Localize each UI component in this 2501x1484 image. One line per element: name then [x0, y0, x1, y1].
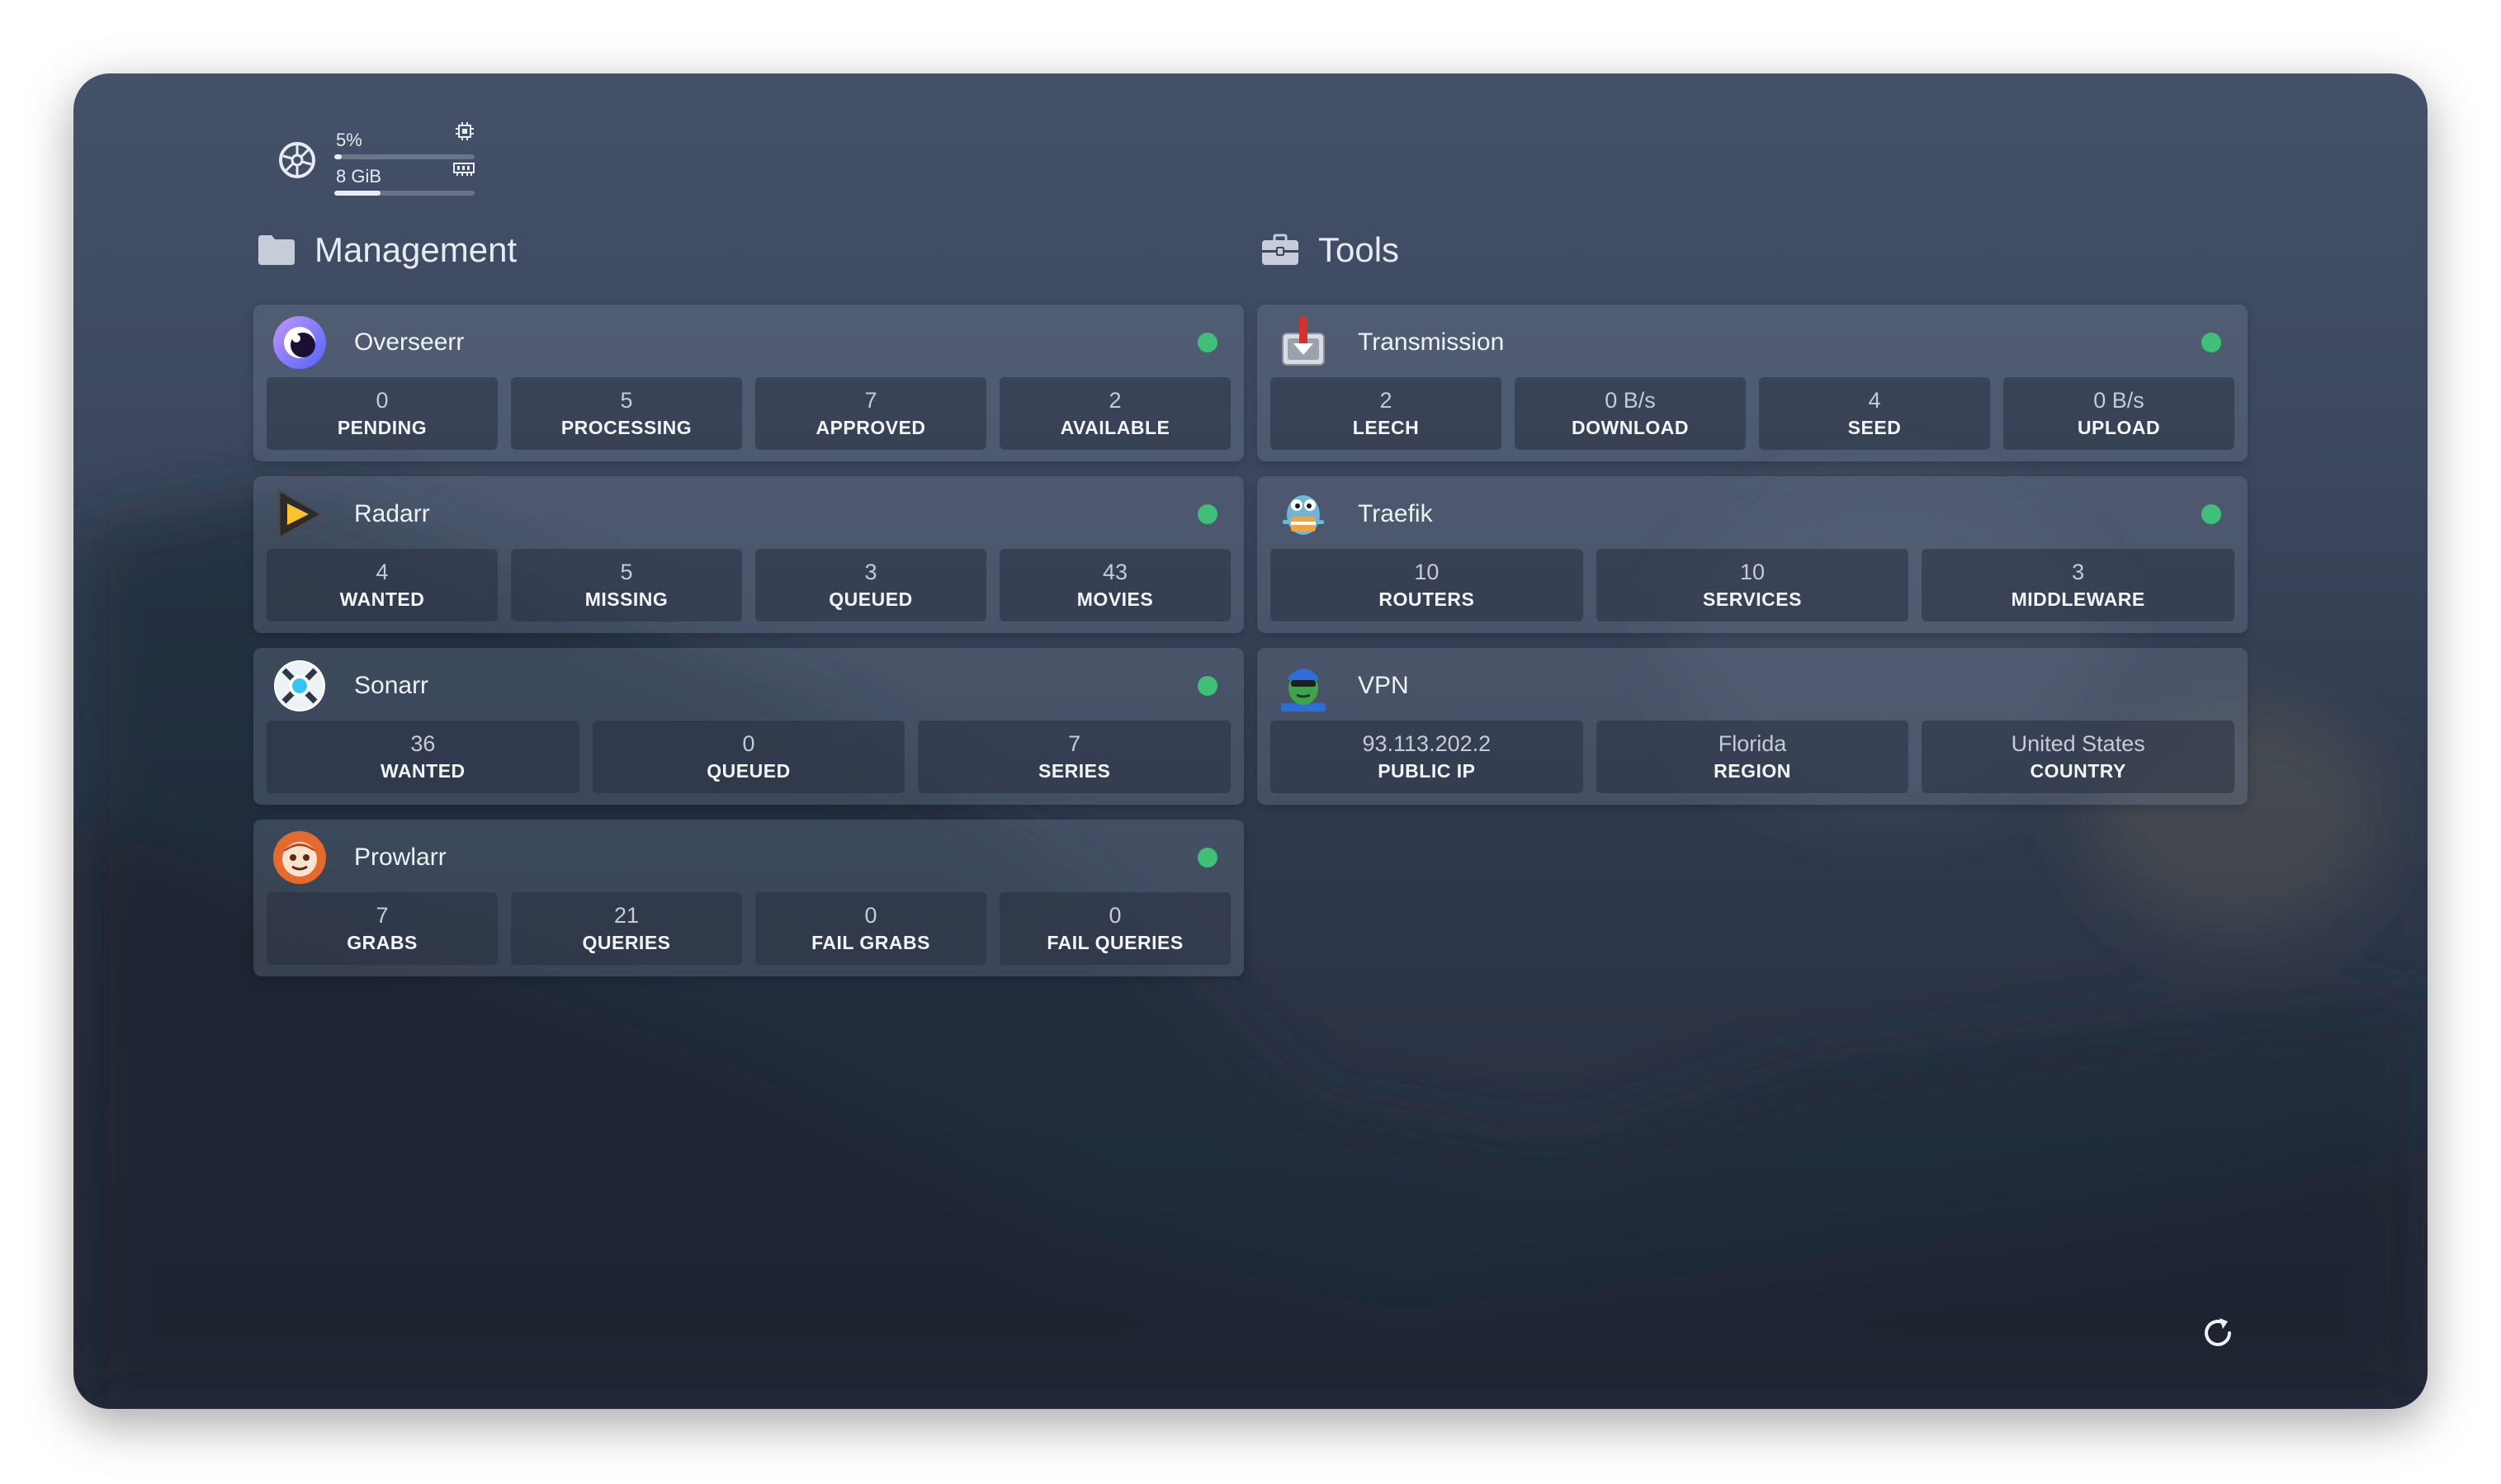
stat-available: 2 AVAILABLE	[1000, 377, 1231, 450]
memory-usage-text: 8 GiB	[336, 166, 382, 187]
management-title-text: Management	[314, 230, 518, 269]
stat-pending: 0 PENDING	[267, 377, 498, 450]
service-name: Sonarr	[354, 672, 429, 699]
overseerr-logo	[273, 316, 326, 369]
stat-middleware: 3 MIDDLEWARE	[1922, 549, 2235, 621]
stat-queries: 21 QUERIES	[511, 892, 742, 965]
stat-fail-grabs: 0 FAIL GRABS	[755, 892, 986, 965]
stat-wanted: 36 WANTED	[267, 721, 579, 793]
service-name: Overseerr	[354, 328, 465, 356]
kubernetes-icon	[279, 142, 315, 178]
stat-approved: 7 APPROVED	[755, 377, 986, 450]
status-online-dot	[1198, 333, 1217, 352]
service-card-prowlarr[interactable]: Prowlarr 7 GRABS 21 QUERIES 0 FAIL GRABS 0F…	[253, 820, 1244, 976]
service-name: Traefik	[1358, 500, 1433, 527]
stat-movies: 43 MOVIES	[1000, 549, 1231, 621]
traefik-logo	[1283, 495, 1324, 535]
refresh-icon[interactable]	[2200, 1315, 2236, 1351]
sonarr-logo	[274, 660, 325, 711]
stat-grabs: 7 GRABS	[267, 892, 498, 965]
gluetun-logo	[1281, 669, 1326, 711]
stat-download: 0 B/s DOWNLOAD	[1515, 377, 1746, 450]
transmission-logo	[1282, 317, 1325, 366]
stat-services: 10 SERVICES	[1596, 549, 1909, 621]
status-online-dot	[2201, 504, 2221, 524]
cpu-usage-bar	[334, 154, 475, 159]
stat-wanted: 4 WANTED	[267, 549, 498, 621]
stat-missing: 5 MISSING	[511, 549, 742, 621]
stat-country: United States COUNTRY	[1922, 721, 2235, 793]
service-card-overseerr[interactable]: Overseerr 0 PENDING 5 PROCESSING 7 APPROVED…	[253, 305, 1244, 461]
service-card-transmission[interactable]: Transmission 2 LEECH 0 B/s DOWNLOAD 4 SEED …	[1257, 305, 2248, 461]
service-card-radarr[interactable]: Radarr 4 WANTED 5 MISSING 3 QUEUED 43 MOVIES	[253, 476, 1244, 633]
management-group-title: Management	[257, 230, 517, 270]
stat-queued: 3 QUEUED	[755, 549, 986, 621]
status-online-dot	[1198, 848, 1217, 867]
service-name: Transmission	[1358, 328, 1505, 356]
status-online-dot	[2201, 333, 2221, 352]
status-online-dot	[1198, 504, 1217, 524]
memory-usage-bar	[334, 191, 475, 196]
stat-leech: 2 LEECH	[1270, 377, 1501, 450]
cpu-usage-text: 5%	[336, 130, 362, 150]
radarr-logo	[277, 488, 325, 541]
stat-upload: 0 B/s UPLOAD	[2003, 377, 2234, 450]
stat-routers: 10 ROUTERS	[1270, 549, 1583, 621]
cpu-icon	[456, 122, 474, 140]
stat-queued: 0 QUEUED	[592, 721, 905, 793]
service-name: VPN	[1358, 672, 1409, 699]
service-card-sonarr[interactable]: Sonarr 36 WANTED 0 QUEUED 7 SERIES	[253, 648, 1244, 805]
service-card-vpn[interactable]: VPN 93.113.202.2 PUBLIC IP Florida REGION …	[1257, 648, 2248, 805]
stat-series: 7 SERIES	[918, 721, 1232, 793]
dashboard-window: 5% 8 GiB Management Tools Overseerr 0 PE…	[73, 73, 2428, 1409]
service-card-traefik[interactable]: Traefik 10 ROUTERS 10 SERVICES 3 MIDDLEWARE	[1257, 476, 2248, 633]
toolbox-icon	[1262, 234, 1298, 265]
stat-fail-queries: 0 FAIL QUERIES	[1000, 892, 1231, 965]
service-name: Radarr	[354, 500, 430, 527]
tools-title-text: Tools	[1318, 230, 1400, 269]
resource-widget: 5% 8 GiB	[278, 120, 493, 202]
memory-icon	[453, 163, 475, 176]
stat-processing: 5 PROCESSING	[511, 377, 742, 450]
service-name: Prowlarr	[354, 844, 447, 871]
stat-public-ip: 93.113.202.2 PUBLIC IP	[1270, 721, 1583, 793]
status-online-dot	[1198, 676, 1217, 696]
folder-icon	[258, 235, 295, 265]
tools-group-title: Tools	[1260, 230, 1399, 270]
stat-region: Florida REGION	[1596, 721, 1909, 793]
prowlarr-logo	[273, 831, 326, 884]
stat-seed: 4 SEED	[1759, 377, 1990, 450]
